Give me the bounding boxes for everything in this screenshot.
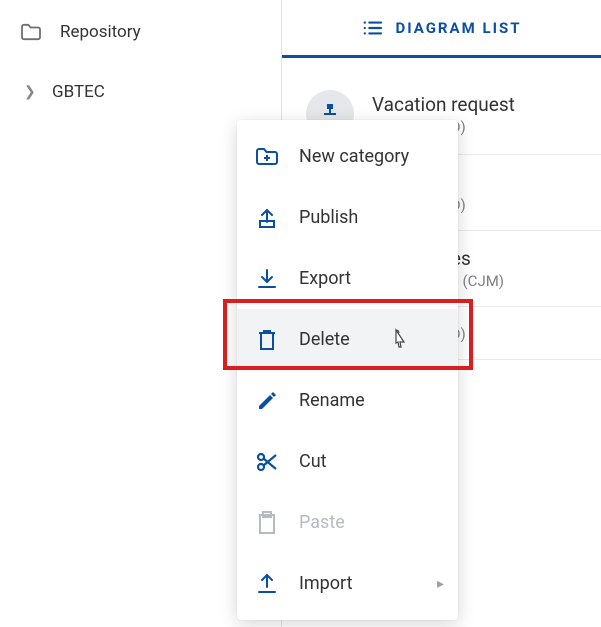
menu-item-label: Import xyxy=(299,573,352,594)
pencil-icon xyxy=(255,390,279,412)
menu-item-label: Rename xyxy=(299,390,365,411)
scissors-icon xyxy=(255,451,279,473)
tab-label: DIAGRAM LIST xyxy=(395,19,521,37)
clipboard-icon xyxy=(255,511,279,535)
menu-item-export[interactable]: Export xyxy=(237,248,458,309)
menu-item-label: Delete xyxy=(299,329,350,350)
list-item-title: Vacation request xyxy=(372,93,515,116)
import-icon xyxy=(255,572,279,596)
menu-item-new-category[interactable]: New category xyxy=(237,126,458,187)
menu-item-delete[interactable]: Delete xyxy=(237,309,458,370)
trash-icon xyxy=(255,328,279,352)
upload-icon xyxy=(255,206,279,230)
menu-item-label: New category xyxy=(299,146,409,167)
list-icon xyxy=(361,19,383,37)
menu-item-label: Cut xyxy=(299,451,327,472)
chevron-right-icon: ▸ xyxy=(437,576,444,592)
menu-item-label: Paste xyxy=(299,512,345,533)
sidebar-title: Repository xyxy=(60,22,141,42)
menu-item-paste: Paste xyxy=(237,492,458,553)
download-icon xyxy=(255,267,279,291)
chevron-right-icon: ❯ xyxy=(24,84,34,100)
sidebar-header: Repository xyxy=(0,12,281,52)
menu-item-import[interactable]: Import ▸ xyxy=(237,553,458,614)
menu-item-label: Export xyxy=(299,268,351,289)
folder-plus-icon xyxy=(255,146,279,168)
folder-icon xyxy=(20,23,42,41)
menu-item-rename[interactable]: Rename xyxy=(237,370,458,431)
menu-item-publish[interactable]: Publish xyxy=(237,187,458,248)
menu-item-label: Publish xyxy=(299,207,358,228)
tree-item-label: GBTEC xyxy=(52,82,105,102)
tree-item-gbtec[interactable]: ❯ GBTEC xyxy=(20,76,281,108)
context-menu: New category Publish Export xyxy=(237,120,458,620)
tab-diagram-list[interactable]: DIAGRAM LIST xyxy=(282,0,601,58)
sidebar-tree: ❯ GBTEC xyxy=(0,52,281,108)
menu-item-cut[interactable]: Cut xyxy=(237,431,458,492)
